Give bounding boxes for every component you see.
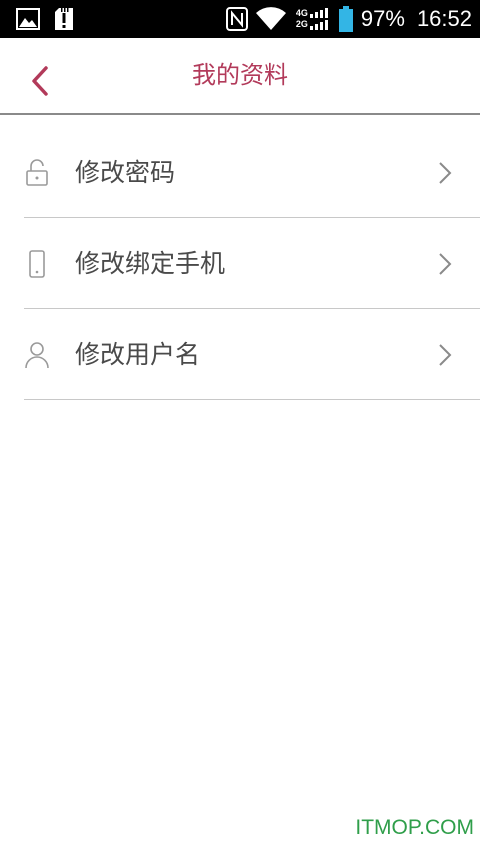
- chevron-right-icon: [436, 251, 454, 277]
- chevron-right-icon: [436, 342, 454, 368]
- network-type: 4G 2G: [296, 8, 308, 30]
- nfc-icon: [225, 7, 248, 31]
- page-title: 我的资料: [192, 61, 288, 89]
- header-divider: [0, 113, 480, 115]
- menu-item-label: 修改密码: [75, 158, 176, 187]
- status-bar: 4G 2G 97% 16:52: [0, 0, 480, 38]
- menu-item-change-phone[interactable]: 修改绑定手机: [0, 218, 480, 309]
- menu-item-change-username[interactable]: 修改用户名: [0, 309, 480, 400]
- menu-item-label: 修改用户名: [75, 340, 201, 369]
- network-2g: 2G: [295, 19, 308, 29]
- unlock-icon: [24, 159, 50, 187]
- settings-menu: 修改密码 修改绑定手机 修改用户名: [0, 127, 480, 400]
- screen: 4G 2G 97% 16:52 我的资料 修改密码 修改绑定手机 修改用户名 I…: [0, 0, 480, 854]
- status-right: 4G 2G 97% 16:52: [225, 0, 472, 38]
- menu-item-change-password[interactable]: 修改密码: [0, 127, 480, 218]
- row-divider: [24, 399, 480, 400]
- sd-card-alert-icon: [54, 7, 74, 31]
- phone-icon: [24, 250, 50, 278]
- clock: 16:52: [416, 6, 472, 31]
- wifi-icon: [255, 7, 286, 31]
- user-icon: [24, 341, 50, 369]
- signal-icon: [309, 7, 329, 31]
- app-header: 我的资料: [0, 38, 480, 113]
- network-4g: 4G: [295, 8, 308, 18]
- battery-icon: [338, 6, 353, 32]
- chevron-right-icon: [436, 160, 454, 186]
- status-left: [16, 7, 74, 31]
- menu-item-label: 修改绑定手机: [75, 249, 226, 278]
- watermark-logo: ITMOP.COM: [355, 816, 474, 839]
- gallery-icon: [16, 7, 40, 31]
- battery-percent: 97%: [360, 6, 405, 31]
